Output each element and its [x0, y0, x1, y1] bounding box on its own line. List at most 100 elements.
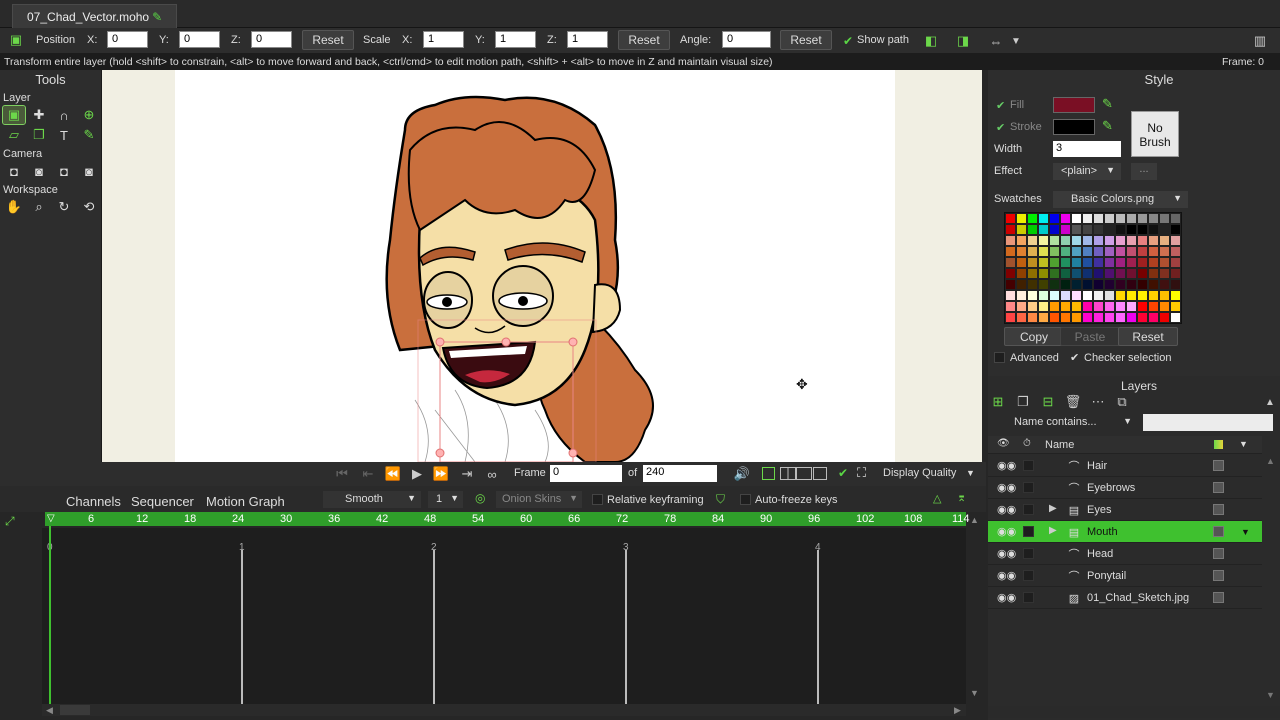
layer-checkbox[interactable] — [1023, 504, 1034, 515]
swatch-cell[interactable] — [1104, 213, 1115, 224]
swatch-cell[interactable] — [1148, 213, 1159, 224]
swatch-cell[interactable] — [1005, 257, 1016, 268]
swatch-cell[interactable] — [1104, 257, 1115, 268]
swatch-cell[interactable] — [1082, 268, 1093, 279]
swatch-cell[interactable] — [1159, 301, 1170, 312]
copy-button[interactable]: Copy — [1004, 327, 1064, 346]
layer-row[interactable]: ◉◉ ▨ 01_Chad_Sketch.jpg — [988, 587, 1262, 609]
swatch-cell[interactable] — [1016, 312, 1027, 323]
display-quality-chevron-icon[interactable]: ▼ — [966, 468, 975, 478]
interp-number-select[interactable]: 1 ▼ — [428, 491, 463, 508]
swatch-cell[interactable] — [1126, 235, 1137, 246]
swatch-cell[interactable] — [1060, 224, 1071, 235]
swatch-cell[interactable] — [1104, 224, 1115, 235]
shear-tool-icon[interactable]: ▱ — [3, 126, 25, 144]
swatch-cell[interactable] — [1159, 290, 1170, 301]
swatch-cell[interactable] — [1148, 301, 1159, 312]
pos-x-input[interactable]: 0 — [107, 31, 148, 48]
effect-more-button[interactable]: ... — [1131, 163, 1157, 180]
swatch-cell[interactable] — [1126, 268, 1137, 279]
relative-keyframing-checkbox[interactable] — [592, 494, 603, 505]
swatch-cell[interactable] — [1115, 213, 1126, 224]
swatch-cell[interactable] — [1016, 279, 1027, 290]
layer-color-box[interactable] — [1213, 570, 1224, 581]
layer-row[interactable]: ◉◉ ⌒ Ponytail — [988, 565, 1262, 587]
hand-tool-icon[interactable]: ✋ — [3, 198, 25, 216]
layer-checkbox[interactable] — [1023, 592, 1034, 603]
swatch-cell[interactable] — [1060, 235, 1071, 246]
flip-horizontal-icon[interactable]: ◧ — [921, 31, 941, 51]
swatch-cell[interactable] — [1005, 213, 1016, 224]
swatch-cell[interactable] — [1049, 213, 1060, 224]
book-icon[interactable]: ▥ — [1250, 31, 1270, 51]
visibility-eye-icon[interactable]: ◉◉ — [997, 547, 1016, 561]
swatch-cell[interactable] — [1148, 224, 1159, 235]
swatch-cell[interactable] — [1159, 257, 1170, 268]
show-path-check-icon[interactable]: ✔ — [843, 34, 853, 48]
swatch-cell[interactable] — [1115, 290, 1126, 301]
swatch-cell[interactable] — [1071, 268, 1082, 279]
auto-freeze-checkbox[interactable] — [740, 494, 751, 505]
swatch-cell[interactable] — [1082, 224, 1093, 235]
stage-area[interactable] — [175, 70, 895, 462]
pan-tilt-camera-icon[interactable]: ◙ — [78, 162, 100, 180]
layer-checkbox[interactable] — [1023, 482, 1034, 493]
swatch-cell[interactable] — [1093, 268, 1104, 279]
swatch-cell[interactable] — [1049, 312, 1060, 323]
more-options-icon[interactable]: ⋯ — [1088, 392, 1108, 412]
swatch-cell[interactable] — [1104, 268, 1115, 279]
scale-z-input[interactable]: 1 — [567, 31, 608, 48]
swatch-cell[interactable] — [1159, 268, 1170, 279]
swatch-cell[interactable] — [1170, 257, 1181, 268]
view-quad-icon[interactable] — [813, 467, 827, 480]
swatch-cell[interactable] — [1027, 312, 1038, 323]
swatch-cell[interactable] — [1071, 312, 1082, 323]
timeline-scroll-down-icon[interactable]: ▼ — [970, 688, 979, 698]
scroll-right-icon[interactable]: ▶ — [954, 705, 961, 716]
display-quality-label[interactable]: Display Quality — [883, 467, 956, 479]
swatch-cell[interactable] — [1170, 290, 1181, 301]
paste-button[interactable]: Paste — [1060, 327, 1120, 346]
swatch-cell[interactable] — [1038, 257, 1049, 268]
name-column-header[interactable]: Name — [1045, 439, 1074, 451]
text-tool-icon[interactable]: T — [53, 126, 75, 144]
audio-icon[interactable]: 🔊 — [732, 464, 752, 484]
swatch-cell[interactable] — [1148, 268, 1159, 279]
swatch-cell[interactable] — [1104, 312, 1115, 323]
swatch-cell[interactable] — [1115, 312, 1126, 323]
layer-settings-icon[interactable]: ⧉ — [1112, 392, 1132, 412]
swatch-cell[interactable] — [1038, 268, 1049, 279]
swatch-cell[interactable] — [1137, 268, 1148, 279]
swatch-cell[interactable] — [1071, 235, 1082, 246]
layer-folder-icon[interactable]: ⊟ — [1038, 392, 1058, 412]
swatch-cell[interactable] — [1071, 290, 1082, 301]
layers-scroll-down-icon[interactable]: ▼ — [1266, 690, 1275, 700]
effect-select[interactable]: <plain> ▼ — [1053, 163, 1121, 180]
expand-both-icon[interactable]: ⌆ — [957, 491, 966, 504]
roll-camera-icon[interactable]: ◘ — [53, 162, 75, 180]
swatch-cell[interactable] — [1104, 301, 1115, 312]
swatch-cell[interactable] — [1148, 312, 1159, 323]
swatch-cell[interactable] — [1082, 312, 1093, 323]
checker-selection-checkbox[interactable]: ✔ — [1070, 351, 1079, 364]
angle-input[interactable]: 0 — [722, 31, 771, 48]
collapse-panel-icon[interactable]: ▲ — [1260, 392, 1280, 412]
new-layer-icon[interactable]: ⊞ — [988, 392, 1008, 412]
visibility-eye-icon[interactable]: ◉◉ — [997, 503, 1016, 517]
layer-checkbox[interactable] — [1023, 548, 1034, 559]
swatch-cell[interactable] — [1038, 246, 1049, 257]
swatch-cell[interactable] — [1016, 290, 1027, 301]
stroke-color-swatch[interactable] — [1053, 119, 1095, 135]
tab-sequencer[interactable]: Sequencer — [131, 494, 194, 509]
swatch-cell[interactable] — [1027, 257, 1038, 268]
layers-hscrollbar[interactable] — [988, 706, 1280, 718]
document-tab[interactable]: 07_Chad_Vector.moho ✎ — [12, 4, 178, 28]
swatch-cell[interactable] — [1093, 279, 1104, 290]
swatch-cell[interactable] — [1126, 257, 1137, 268]
swatch-cell[interactable] — [1082, 246, 1093, 257]
swatch-cell[interactable] — [1093, 301, 1104, 312]
swatch-cell[interactable] — [1159, 279, 1170, 290]
swatch-cell[interactable] — [1060, 268, 1071, 279]
frame-ruler[interactable]: 0612182430364248546066727884909610210811… — [49, 512, 970, 526]
swatch-cell[interactable] — [1082, 290, 1093, 301]
